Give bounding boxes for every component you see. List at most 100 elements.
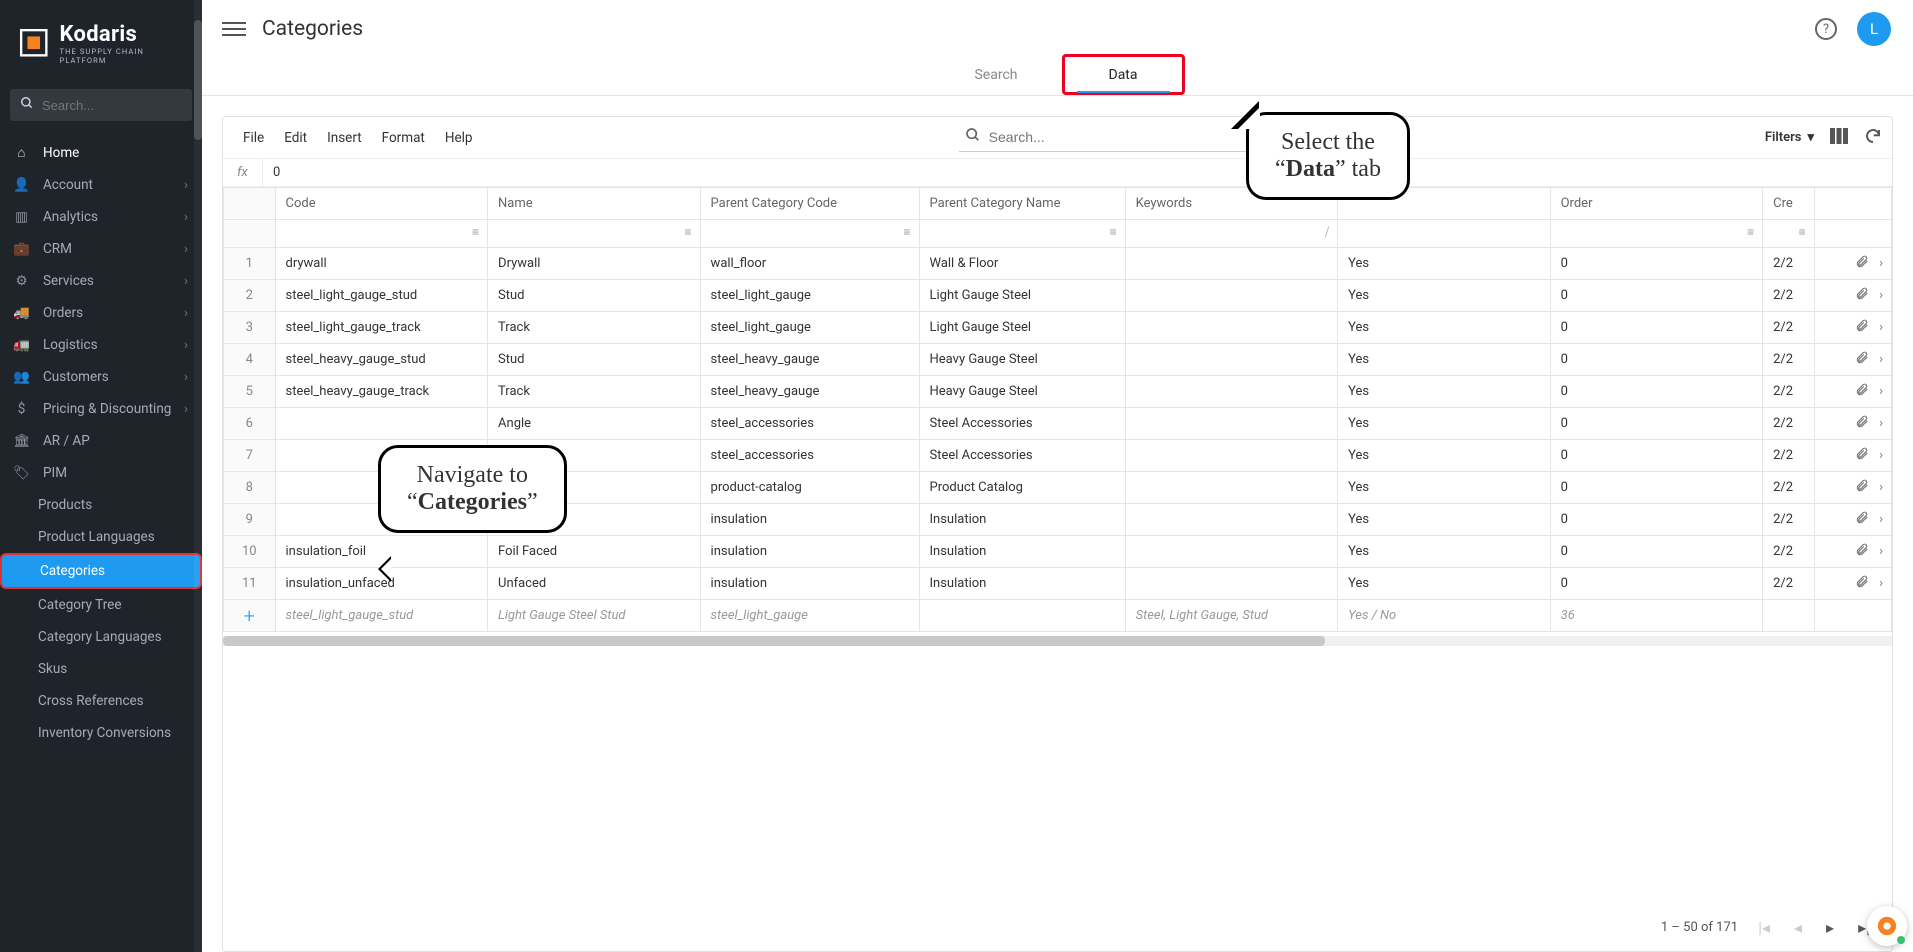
grid-search-input[interactable] bbox=[989, 129, 1283, 145]
menu-insert[interactable]: Insert bbox=[317, 124, 372, 152]
column-filter[interactable]: ≡ bbox=[700, 220, 919, 248]
cell-kw[interactable] bbox=[1126, 448, 1338, 464]
sidebar-item-category-languages[interactable]: Category Languages bbox=[38, 621, 202, 653]
cell-name[interactable]: Unfaced bbox=[488, 568, 700, 599]
cell-yn[interactable]: Yes bbox=[1338, 408, 1550, 439]
column-header[interactable]: Order bbox=[1551, 188, 1763, 219]
cell-order[interactable]: 0 bbox=[1551, 312, 1763, 343]
cell-pname[interactable]: Insulation bbox=[920, 504, 1125, 535]
cell-yn[interactable]: Yes bbox=[1338, 536, 1550, 567]
attachment-icon[interactable] bbox=[1855, 510, 1869, 530]
cell-cre[interactable]: 2/2 bbox=[1763, 440, 1814, 471]
table-row[interactable]: 5steel_heavy_gauge_trackTracksteel_heavy… bbox=[224, 376, 1892, 408]
chevron-right-icon[interactable]: › bbox=[1879, 544, 1883, 559]
sidebar-item-skus[interactable]: Skus bbox=[38, 653, 202, 685]
refresh-icon[interactable] bbox=[1864, 127, 1882, 149]
cell-cre[interactable]: 2/2 bbox=[1763, 536, 1814, 567]
chevron-right-icon[interactable]: › bbox=[1879, 352, 1883, 367]
sidebar-item-account[interactable]: 👤Account› bbox=[0, 169, 202, 201]
chevron-right-icon[interactable]: › bbox=[1879, 512, 1883, 527]
column-filter[interactable]: ⧸ bbox=[1125, 220, 1338, 248]
table-row[interactable]: 2steel_light_gauge_studStudsteel_light_g… bbox=[224, 280, 1892, 312]
cell-pname[interactable]: Wall & Floor bbox=[920, 248, 1125, 279]
cell-pcode[interactable]: wall_floor bbox=[701, 248, 919, 279]
cell-pname[interactable]: Light Gauge Steel bbox=[920, 280, 1125, 311]
chevron-right-icon[interactable]: › bbox=[1879, 384, 1883, 399]
placeholder-code[interactable]: steel_light_gauge_stud bbox=[276, 600, 488, 631]
attachment-icon[interactable] bbox=[1855, 574, 1869, 594]
cell-pcode[interactable]: insulation bbox=[701, 568, 919, 599]
chevron-right-icon[interactable]: › bbox=[1879, 448, 1883, 463]
cell-kw[interactable] bbox=[1126, 320, 1338, 336]
cell-kw[interactable] bbox=[1126, 544, 1338, 560]
cell-order[interactable]: 0 bbox=[1551, 376, 1763, 407]
attachment-icon[interactable] bbox=[1855, 254, 1869, 274]
cell-code[interactable]: drywall bbox=[276, 248, 488, 279]
attachment-icon[interactable] bbox=[1855, 318, 1869, 338]
fx-value[interactable]: 0 bbox=[263, 159, 290, 186]
add-row-icon[interactable]: + bbox=[244, 604, 255, 628]
sidebar-item-ar-ap[interactable]: 🏛AR / AP bbox=[0, 425, 202, 457]
sidebar-item-crm[interactable]: 💼CRM› bbox=[0, 233, 202, 265]
cell-pname[interactable]: Heavy Gauge Steel bbox=[920, 376, 1125, 407]
cell-cre[interactable]: 2/2 bbox=[1763, 344, 1814, 375]
placeholder-yn[interactable]: Yes / No bbox=[1338, 600, 1550, 631]
menu-file[interactable]: File bbox=[233, 124, 274, 152]
cell-pcode[interactable]: steel_heavy_gauge bbox=[701, 344, 919, 375]
column-header[interactable]: Name bbox=[488, 188, 700, 219]
cell-order[interactable]: 0 bbox=[1551, 344, 1763, 375]
menu-format[interactable]: Format bbox=[372, 124, 435, 152]
column-header[interactable]: Cre bbox=[1763, 188, 1814, 219]
cell-order[interactable]: 0 bbox=[1551, 408, 1763, 439]
column-header[interactable]: Parent Category Name bbox=[920, 188, 1125, 219]
cell-cre[interactable]: 2/2 bbox=[1763, 408, 1814, 439]
hamburger-icon[interactable] bbox=[222, 17, 246, 41]
cell-yn[interactable]: Yes bbox=[1338, 440, 1550, 471]
sidebar-item-customers[interactable]: 👥Customers› bbox=[0, 361, 202, 393]
cell-name[interactable]: Track bbox=[488, 376, 700, 407]
tab-search[interactable]: Search bbox=[930, 54, 1061, 95]
placeholder-name[interactable]: Light Gauge Steel Stud bbox=[488, 600, 700, 631]
cell-code[interactable]: steel_heavy_gauge_stud bbox=[276, 344, 488, 375]
sidebar-item-logistics[interactable]: 🚛Logistics› bbox=[0, 329, 202, 361]
cell-yn[interactable]: Yes bbox=[1338, 472, 1550, 503]
filters-button[interactable]: Filters ▾ bbox=[1765, 130, 1814, 145]
attachment-icon[interactable] bbox=[1855, 542, 1869, 562]
cell-order[interactable]: 0 bbox=[1551, 440, 1763, 471]
cell-pcode[interactable]: steel_heavy_gauge bbox=[701, 376, 919, 407]
placeholder-order[interactable]: 36 bbox=[1551, 600, 1763, 631]
cell-pname[interactable]: Light Gauge Steel bbox=[920, 312, 1125, 343]
cell-cre[interactable]: 2/2 bbox=[1763, 504, 1814, 535]
tab-data[interactable]: Data bbox=[1062, 54, 1185, 95]
chevron-right-icon[interactable]: › bbox=[1879, 320, 1883, 335]
sidebar-item-pricing-discounting[interactable]: $Pricing & Discounting› bbox=[0, 393, 202, 425]
sidebar-item-orders[interactable]: 🚚Orders› bbox=[0, 297, 202, 329]
chevron-right-icon[interactable]: › bbox=[1879, 256, 1883, 271]
cell-name[interactable]: Drywall bbox=[488, 248, 700, 279]
column-filter[interactable]: ≡ bbox=[488, 220, 701, 248]
cell-pname[interactable]: Insulation bbox=[920, 568, 1125, 599]
attachment-icon[interactable] bbox=[1855, 350, 1869, 370]
cell-yn[interactable]: Yes bbox=[1338, 376, 1550, 407]
cell-kw[interactable] bbox=[1126, 256, 1338, 272]
table-row[interactable]: 11insulation_unfacedUnfacedinsulationIns… bbox=[224, 568, 1892, 600]
cell-cre[interactable]: 2/2 bbox=[1763, 312, 1814, 343]
sidebar-item-services[interactable]: ⚙Services› bbox=[0, 265, 202, 297]
cell-order[interactable]: 0 bbox=[1551, 568, 1763, 599]
table-row[interactable]: 10insulation_foilFoil FacedinsulationIns… bbox=[224, 536, 1892, 568]
sidebar-item-category-tree[interactable]: Category Tree bbox=[38, 589, 202, 621]
placeholder-cre[interactable] bbox=[1763, 608, 1814, 624]
cell-pcode[interactable]: product-catalog bbox=[701, 472, 919, 503]
cell-pcode[interactable]: steel_accessories bbox=[701, 440, 919, 471]
column-header[interactable]: Code bbox=[276, 188, 488, 219]
cell-order[interactable]: 0 bbox=[1551, 280, 1763, 311]
attachment-icon[interactable] bbox=[1855, 286, 1869, 306]
cell-name[interactable]: Stud bbox=[488, 280, 700, 311]
cell-code[interactable]: steel_light_gauge_track bbox=[276, 312, 488, 343]
chevron-right-icon[interactable]: › bbox=[1879, 416, 1883, 431]
cell-kw[interactable] bbox=[1126, 384, 1338, 400]
horizontal-scrollbar[interactable] bbox=[223, 636, 1892, 646]
sidebar-search[interactable] bbox=[10, 89, 192, 121]
cell-cre[interactable]: 2/2 bbox=[1763, 280, 1814, 311]
cell-yn[interactable]: Yes bbox=[1338, 568, 1550, 599]
